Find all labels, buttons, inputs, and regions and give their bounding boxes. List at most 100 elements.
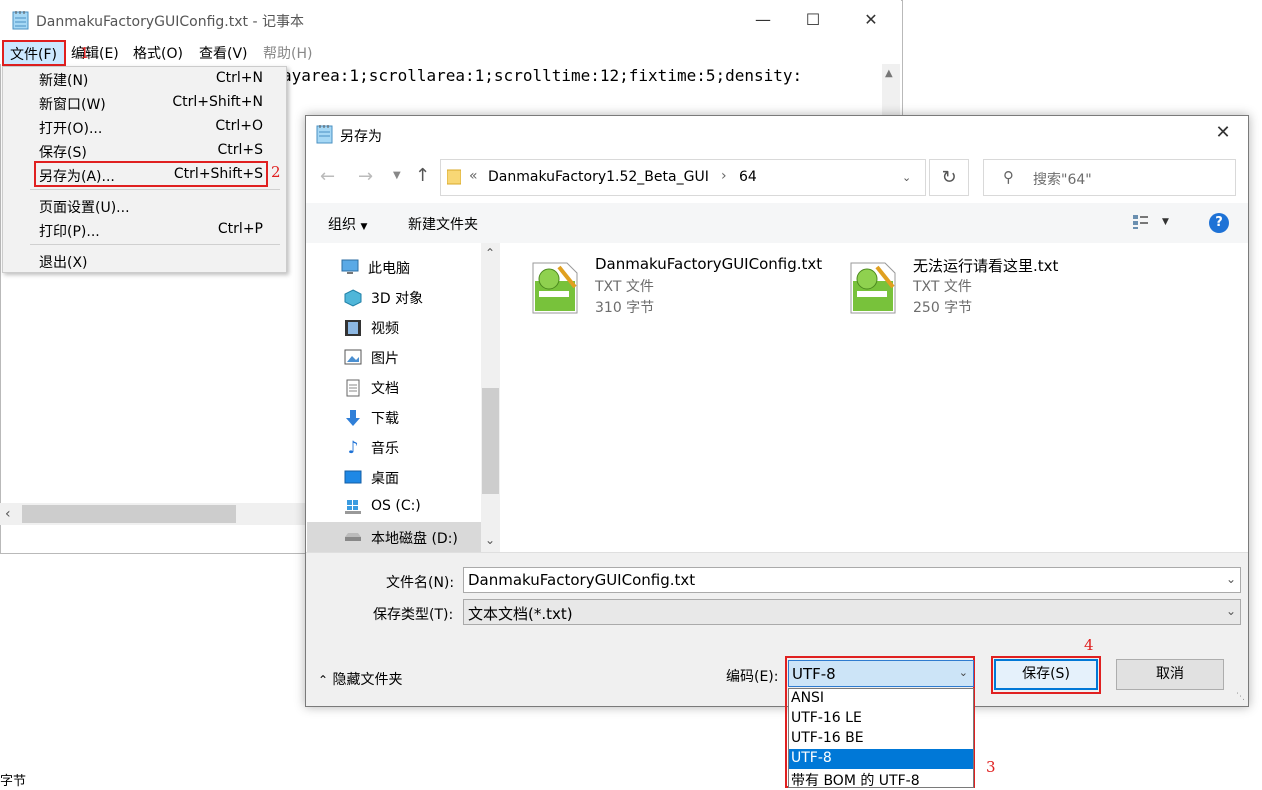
encoding-option-label: ANSI: [791, 690, 825, 706]
save-as-highlight: [34, 161, 268, 187]
nav-item-3d-objects[interactable]: 3D 对象: [343, 283, 479, 313]
filetype-dropdown-chevron-icon[interactable]: ⌄: [1226, 604, 1236, 618]
menu-item-label: 页面设置(U)...: [39, 200, 130, 216]
filename-value: DanmakuFactoryGUIConfig.txt: [468, 571, 696, 589]
menu-item-label: 退出(X): [39, 255, 88, 271]
scroll-up-arrow-icon[interactable]: ▲: [885, 68, 893, 79]
encoding-select[interactable]: UTF-8 ⌄: [788, 660, 974, 687]
notepad-text-area[interactable]: ayarea:1;scrollarea:1;scrolltime:12;fixt…: [282, 66, 802, 85]
nav-item-label: 此电脑: [368, 261, 410, 277]
new-folder-button[interactable]: 新建文件夹: [408, 214, 478, 234]
nav-item-label: 文档: [371, 381, 399, 397]
file-name: DanmakuFactoryGUIConfig.txt: [595, 255, 823, 273]
notepad-plus-file-icon: [529, 257, 581, 317]
scroll-left-arrow-icon[interactable]: ‹: [5, 506, 11, 522]
notepad-hscroll-thumb[interactable]: [22, 505, 236, 523]
menu-item-exit[interactable]: 退出(X): [3, 249, 281, 273]
music-note-icon: ♪: [347, 438, 359, 458]
video-icon: [343, 319, 363, 337]
download-arrow-icon: [343, 409, 363, 427]
address-prefix[interactable]: «: [469, 168, 478, 184]
nav-item-videos[interactable]: 视频: [343, 313, 479, 343]
step-number-3: 3: [986, 758, 996, 776]
encoding-dropdown-chevron-icon[interactable]: ⌄: [959, 666, 968, 679]
close-button[interactable]: ✕: [848, 6, 894, 34]
menu-item-page-setup[interactable]: 页面设置(U)...: [3, 194, 281, 218]
recent-locations-chevron-icon[interactable]: ▼: [393, 170, 401, 181]
file-item[interactable]: 无法运行请看这里.txt TXT 文件 250 字节: [847, 255, 1147, 325]
encoding-option[interactable]: UTF-16 LE: [789, 709, 973, 729]
encoding-option[interactable]: ANSI: [789, 689, 973, 709]
file-item[interactable]: DanmakuFactoryGUIConfig.txt TXT 文件 310 字…: [529, 255, 829, 325]
nav-pane-scroll-thumb[interactable]: [482, 388, 499, 494]
nav-item-this-pc[interactable]: 此电脑: [340, 253, 476, 283]
notepad-app-icon: [12, 10, 30, 30]
nav-item-label: 图片: [371, 351, 399, 367]
computer-icon: [340, 259, 360, 277]
view-options-icon[interactable]: [1131, 212, 1151, 232]
forward-arrow-icon[interactable]: →: [358, 166, 373, 187]
address-dropdown-chevron-icon[interactable]: ⌄: [902, 171, 911, 184]
encoding-option[interactable]: 带有 BOM 的 UTF-8: [789, 769, 973, 789]
encoding-option-selected[interactable]: UTF-8: [789, 749, 973, 769]
filetype-value: 文本文档(*.txt): [468, 605, 573, 623]
file-size: 310 字节: [595, 300, 655, 316]
status-bar-size: 字节: [0, 774, 27, 789]
menu-item-save[interactable]: 保存(S) Ctrl+S: [3, 139, 281, 163]
menu-item-new-window[interactable]: 新窗口(W) Ctrl+Shift+N: [3, 91, 281, 115]
file-type: TXT 文件: [913, 279, 972, 295]
view-options-chevron-icon[interactable]: ▼: [1162, 217, 1169, 227]
nav-scroll-down-icon[interactable]: ⌄: [485, 533, 495, 547]
menu-item-print[interactable]: 打印(P)... Ctrl+P: [3, 218, 281, 242]
chevron-up-icon: ⌃: [318, 673, 329, 687]
nav-item-label: OS (C:): [371, 498, 421, 514]
hide-folders-toggle[interactable]: ⌃ 隐藏文件夹: [318, 669, 403, 689]
menu-edit[interactable]: 编辑(E): [71, 43, 119, 63]
breadcrumb-segment[interactable]: 64: [739, 169, 757, 185]
nav-item-local-disk-d[interactable]: 本地磁盘 (D:): [343, 523, 479, 553]
pictures-icon: [343, 349, 363, 367]
nav-item-pictures[interactable]: 图片: [343, 343, 479, 373]
nav-item-label: 视频: [371, 321, 399, 337]
menu-item-shortcut: Ctrl+S: [217, 142, 263, 158]
filename-dropdown-chevron-icon[interactable]: ⌄: [1226, 572, 1236, 586]
file-size: 250 字节: [913, 300, 973, 316]
nav-item-os-c[interactable]: OS (C:): [343, 493, 479, 523]
search-placeholder: 搜索"64": [1033, 172, 1092, 188]
search-icon: ⚲: [1003, 168, 1014, 186]
encoding-option[interactable]: UTF-16 BE: [789, 729, 973, 749]
filetype-select[interactable]: 文本文档(*.txt) ⌄: [463, 599, 1241, 625]
breadcrumb-segment[interactable]: DanmakuFactory1.52_Beta_GUI: [488, 169, 709, 185]
menu-format[interactable]: 格式(O): [133, 43, 183, 63]
nav-item-downloads[interactable]: 下载: [343, 403, 479, 433]
nav-item-desktop[interactable]: 桌面: [343, 463, 479, 493]
dialog-close-icon[interactable]: ✕: [1208, 122, 1238, 146]
desktop-icon: [343, 469, 363, 487]
cancel-button[interactable]: 取消: [1116, 659, 1224, 690]
encoding-option-label: UTF-16 BE: [791, 730, 864, 746]
menu-file[interactable]: 文件(F): [2, 40, 66, 66]
nav-item-documents[interactable]: 文档: [343, 373, 479, 403]
refresh-icon[interactable]: ↻: [929, 159, 969, 196]
menu-item-open[interactable]: 打开(O)... Ctrl+O: [3, 115, 281, 139]
folder-icon: [446, 168, 462, 185]
search-input[interactable]: [983, 159, 1236, 196]
filename-label: 文件名(N):: [386, 575, 455, 591]
menu-item-new[interactable]: 新建(N) Ctrl+N: [3, 67, 281, 91]
menu-view[interactable]: 查看(V): [199, 43, 248, 63]
organize-button[interactable]: 组织 ▼: [328, 214, 367, 234]
up-arrow-icon[interactable]: ↑: [415, 165, 430, 186]
menu-help[interactable]: 帮助(H): [263, 43, 312, 63]
help-icon[interactable]: ?: [1209, 213, 1229, 233]
back-arrow-icon[interactable]: ←: [320, 166, 335, 187]
resize-grip-icon[interactable]: ⋱: [1236, 692, 1245, 702]
nav-item-music[interactable]: ♪ 音乐: [343, 433, 479, 463]
documents-icon: [343, 379, 363, 397]
filename-input[interactable]: DanmakuFactoryGUIConfig.txt ⌄: [463, 567, 1241, 593]
minimize-button[interactable]: —: [740, 6, 786, 34]
maximize-button[interactable]: ☐: [790, 6, 836, 34]
save-button[interactable]: 保存(S): [994, 659, 1098, 690]
nav-scroll-up-icon[interactable]: ⌃: [485, 246, 495, 260]
menu-item-label: 新建(N): [39, 73, 89, 89]
menu-item-label: 保存(S): [39, 145, 87, 161]
